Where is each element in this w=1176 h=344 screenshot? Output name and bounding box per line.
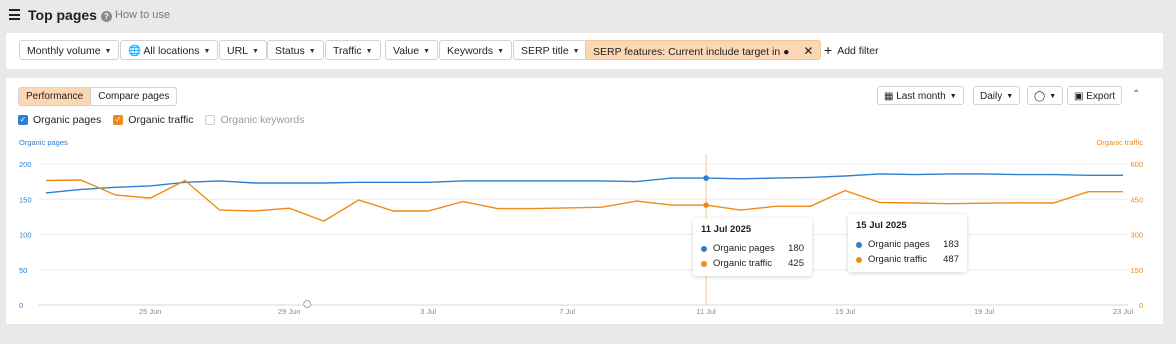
y-axis-right-title: Organic traffic bbox=[1096, 138, 1143, 147]
chevron-down-icon: ▼ bbox=[572, 48, 580, 55]
plus-icon: + bbox=[824, 42, 833, 58]
menu-icon[interactable] bbox=[9, 9, 20, 20]
traffic-dot-icon bbox=[701, 260, 707, 267]
y-tick-right: 0 bbox=[1139, 301, 1143, 310]
tooltip-value: 180 bbox=[788, 243, 804, 254]
chevron-down-icon: ▼ bbox=[497, 48, 505, 55]
filter-label: SERP features: Current include target in bbox=[593, 46, 781, 58]
x-tick-label: 15 Jul bbox=[835, 307, 855, 316]
y-tick-left: 0 bbox=[19, 301, 23, 310]
tooltip-value: 425 bbox=[788, 258, 804, 269]
filter-label: Status bbox=[275, 45, 305, 57]
filter-serp-title[interactable]: SERP title ▼ bbox=[513, 40, 588, 60]
filter-all-locations[interactable]: 🌐 All locations ▼ bbox=[120, 40, 219, 60]
filter-label: SERP title bbox=[521, 45, 569, 57]
filter-label: URL bbox=[227, 45, 249, 57]
tooltip-label: Organic pages bbox=[713, 243, 775, 254]
how-to-use-label: How to use bbox=[115, 9, 171, 21]
filter-url[interactable]: URL ▼ bbox=[219, 40, 267, 60]
chevron-down-icon: ▼ bbox=[104, 48, 112, 55]
tooltip-label: Organic traffic bbox=[713, 258, 772, 269]
x-tick-label: 3 Jul bbox=[420, 307, 436, 316]
chat-icon: ● bbox=[783, 46, 790, 58]
traffic-dot-icon bbox=[856, 256, 862, 263]
close-icon[interactable]: ✕ bbox=[803, 44, 813, 58]
globe-icon: 🌐 bbox=[128, 45, 142, 57]
add-filter-button[interactable]: + Add filter bbox=[824, 40, 879, 61]
pages-dot-icon bbox=[701, 245, 707, 252]
series-point bbox=[703, 175, 709, 181]
filter-label: All locations bbox=[143, 45, 200, 57]
y-axis-left-title: Organic pages bbox=[19, 138, 68, 147]
annotation-marker-icon bbox=[303, 300, 312, 308]
chevron-down-icon: ▼ bbox=[252, 48, 259, 55]
filter-label: Monthly volume bbox=[27, 45, 101, 57]
filter-value[interactable]: Value ▼ bbox=[385, 40, 439, 60]
y-tick-right: 150 bbox=[1130, 266, 1143, 275]
performance-panel: Performance Compare pages ▦ Last month ▼ … bbox=[6, 78, 1163, 324]
tooltip-label: Organic pages bbox=[868, 239, 930, 250]
tooltip-label: Organic traffic bbox=[868, 254, 927, 265]
filter-monthly-volume[interactable]: Monthly volume ▼ bbox=[19, 40, 120, 60]
x-tick-label: 11 Jul bbox=[696, 307, 716, 316]
tooltip-15-jul: 15 Jul 2025 Organic pages 183 Organic tra… bbox=[848, 214, 967, 272]
x-tick-label: 25 Jun bbox=[139, 307, 162, 316]
x-tick-label: 7 Jul bbox=[559, 307, 575, 316]
tooltip-11-jul: 11 Jul 2025 Organic pages 180 Organic tra… bbox=[693, 218, 812, 276]
chevron-down-icon: ▼ bbox=[365, 48, 373, 55]
filter-bar: Monthly volume ▼ 🌐 All locations ▼ URL ▼ St… bbox=[6, 33, 1163, 69]
y-tick-right: 600 bbox=[1130, 160, 1143, 169]
how-to-use-link[interactable]: ? How to use bbox=[101, 9, 170, 22]
traffic-chart: Organic pages Organic traffic 0 50 100 150 200… bbox=[19, 138, 1143, 316]
tooltip-date: 15 Jul 2025 bbox=[856, 220, 907, 231]
series-point bbox=[703, 202, 709, 208]
filter-traffic[interactable]: Traffic ▼ bbox=[325, 40, 381, 60]
y-tick-right: 450 bbox=[1130, 195, 1143, 204]
tooltip-date: 11 Jul 2025 bbox=[701, 224, 752, 235]
chevron-down-icon: ▼ bbox=[203, 48, 211, 55]
filter-status[interactable]: Status ▼ bbox=[267, 40, 324, 60]
pages-dot-icon bbox=[856, 241, 862, 248]
y-tick-left: 150 bbox=[19, 195, 32, 204]
chevron-down-icon: ▼ bbox=[308, 48, 316, 55]
help-icon: ? bbox=[101, 11, 112, 22]
filter-label: Traffic bbox=[333, 45, 362, 57]
series-line bbox=[45, 173, 1123, 194]
filter-keywords[interactable]: Keywords ▼ bbox=[439, 40, 513, 60]
y-tick-left: 50 bbox=[19, 266, 27, 275]
tooltip-value: 183 bbox=[943, 239, 959, 250]
add-filter-label: Add filter bbox=[837, 45, 879, 57]
y-tick-left: 200 bbox=[19, 160, 32, 169]
filter-label: Value bbox=[393, 45, 420, 57]
tooltip-value: 487 bbox=[943, 254, 959, 265]
filter-label: Keywords bbox=[447, 45, 494, 57]
page-header: Top pages ? How to use bbox=[0, 0, 1176, 32]
y-tick-right: 300 bbox=[1130, 231, 1143, 240]
x-tick-label: 23 Jul bbox=[1113, 307, 1133, 316]
y-tick-left: 100 bbox=[19, 231, 32, 240]
page-title: Top pages bbox=[28, 7, 97, 23]
x-tick-label: 29 Jun bbox=[278, 307, 301, 316]
chevron-down-icon: ▼ bbox=[423, 48, 431, 55]
x-tick-label: 19 Jul bbox=[974, 307, 994, 316]
filter-serp-features[interactable]: SERP features: Current include target in… bbox=[585, 40, 822, 60]
